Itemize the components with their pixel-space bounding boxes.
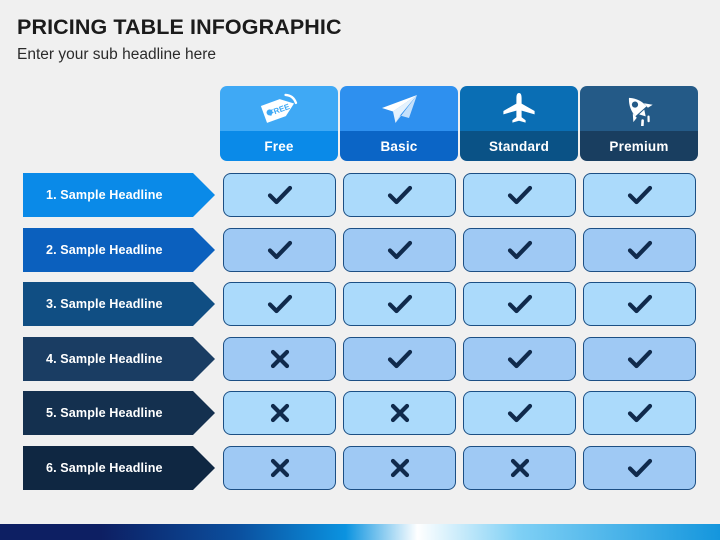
check-icon — [507, 348, 533, 370]
check-icon — [387, 239, 413, 261]
slide-canvas: PRICING TABLE INFOGRAPHIC Enter your sub… — [0, 0, 720, 540]
row-label-text: 6. Sample Headline — [46, 461, 163, 475]
check-icon — [627, 402, 653, 424]
feature-cell-r2-c3[interactable] — [463, 228, 576, 272]
feature-cell-r6-c4[interactable] — [583, 446, 696, 490]
column-header-label-zone: Free — [220, 131, 338, 161]
feature-cell-r1-c1[interactable] — [223, 173, 336, 217]
cross-icon — [269, 402, 291, 424]
check-icon — [627, 239, 653, 261]
feature-cell-r3-c4[interactable] — [583, 282, 696, 326]
cross-icon — [389, 402, 411, 424]
column-header-label: Basic — [380, 138, 418, 154]
column-header-label: Free — [264, 138, 294, 154]
row-label-text: 4. Sample Headline — [46, 352, 163, 366]
check-icon — [627, 457, 653, 479]
paper-plane-icon — [340, 86, 458, 131]
check-icon — [507, 184, 533, 206]
row-label-6[interactable]: 6. Sample Headline — [23, 446, 215, 490]
feature-cell-r5-c2[interactable] — [343, 391, 456, 435]
check-icon — [627, 184, 653, 206]
cross-icon — [389, 457, 411, 479]
feature-cell-r4-c2[interactable] — [343, 337, 456, 381]
check-icon — [267, 239, 293, 261]
check-icon — [507, 402, 533, 424]
feature-cell-r6-c1[interactable] — [223, 446, 336, 490]
column-header-basic[interactable]: Basic — [340, 86, 458, 161]
feature-cell-r4-c1[interactable] — [223, 337, 336, 381]
feature-cell-r1-c2[interactable] — [343, 173, 456, 217]
row-label-1[interactable]: 1. Sample Headline — [23, 173, 215, 217]
row-label-3[interactable]: 3. Sample Headline — [23, 282, 215, 326]
check-icon — [627, 293, 653, 315]
column-header-label: Standard — [488, 138, 550, 154]
row-label-text: 1. Sample Headline — [46, 188, 163, 202]
column-header-standard[interactable]: Standard — [460, 86, 578, 161]
check-icon — [267, 293, 293, 315]
feature-cell-r2-c2[interactable] — [343, 228, 456, 272]
check-icon — [387, 184, 413, 206]
feature-cell-r6-c2[interactable] — [343, 446, 456, 490]
feature-cell-r6-c3[interactable] — [463, 446, 576, 490]
feature-cell-r1-c3[interactable] — [463, 173, 576, 217]
check-icon — [387, 348, 413, 370]
row-label-5[interactable]: 5. Sample Headline — [23, 391, 215, 435]
feature-cell-r5-c3[interactable] — [463, 391, 576, 435]
column-header-label-zone: Premium — [580, 131, 698, 161]
feature-cell-r3-c3[interactable] — [463, 282, 576, 326]
page-title: PRICING TABLE INFOGRAPHIC — [17, 15, 342, 39]
row-label-text: 3. Sample Headline — [46, 297, 163, 311]
column-header-label-zone: Standard — [460, 131, 578, 161]
price-tag-icon: FREE — [220, 86, 338, 131]
row-label-text: 5. Sample Headline — [46, 406, 163, 420]
row-label-4[interactable]: 4. Sample Headline — [23, 337, 215, 381]
column-header-premium[interactable]: Premium — [580, 86, 698, 161]
airplane-icon — [460, 86, 578, 131]
check-icon — [507, 239, 533, 261]
row-label-2[interactable]: 2. Sample Headline — [23, 228, 215, 272]
cross-icon — [269, 348, 291, 370]
feature-cell-r4-c4[interactable] — [583, 337, 696, 381]
feature-cell-r5-c1[interactable] — [223, 391, 336, 435]
bottom-accent-bar — [0, 524, 720, 540]
column-header-free[interactable]: FREE Free — [220, 86, 338, 161]
check-icon — [267, 184, 293, 206]
feature-cell-r2-c4[interactable] — [583, 228, 696, 272]
page-subtitle: Enter your sub headline here — [17, 46, 217, 63]
check-icon — [507, 293, 533, 315]
column-header-label: Premium — [609, 138, 669, 154]
check-icon — [387, 293, 413, 315]
cross-icon — [509, 457, 531, 479]
feature-cell-r3-c2[interactable] — [343, 282, 456, 326]
feature-cell-r1-c4[interactable] — [583, 173, 696, 217]
row-label-text: 2. Sample Headline — [46, 243, 163, 257]
feature-cell-r2-c1[interactable] — [223, 228, 336, 272]
cross-icon — [269, 457, 291, 479]
column-header-label-zone: Basic — [340, 131, 458, 161]
check-icon — [627, 348, 653, 370]
feature-cell-r4-c3[interactable] — [463, 337, 576, 381]
feature-cell-r5-c4[interactable] — [583, 391, 696, 435]
rocket-icon — [580, 86, 698, 131]
feature-cell-r3-c1[interactable] — [223, 282, 336, 326]
